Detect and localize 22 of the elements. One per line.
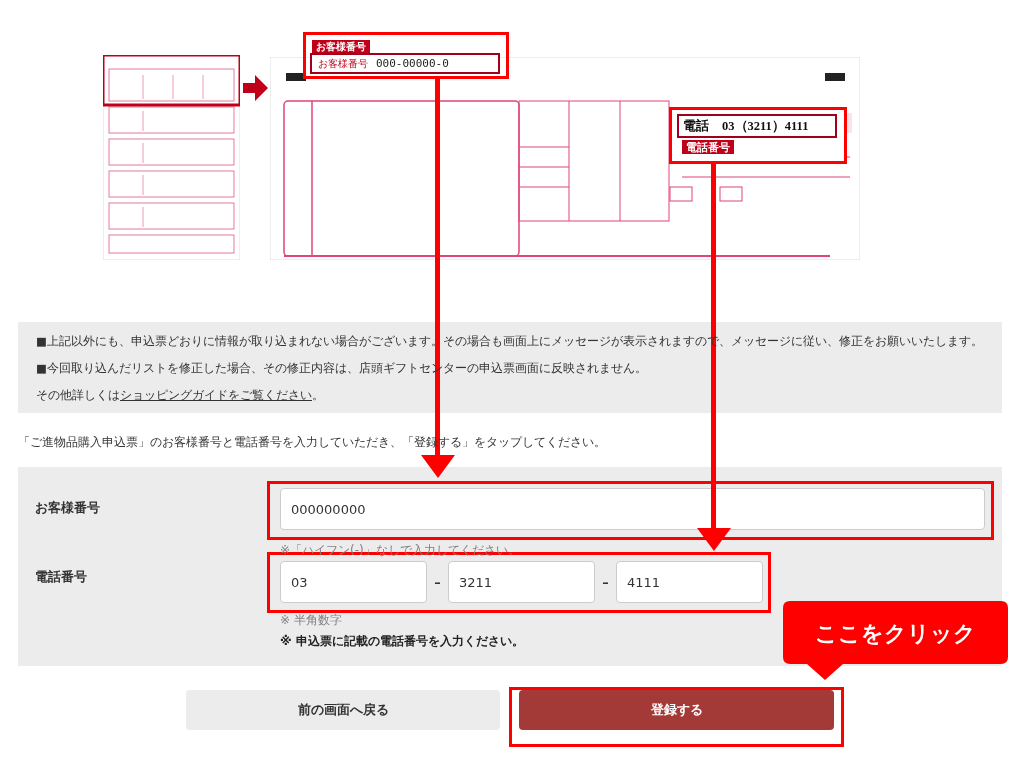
callout-tag: 電話番号 [682,140,734,154]
hint-text: ※ 申込票に記載の電話番号を入力ください。 [280,634,524,648]
action-button[interactable]: 登録する [519,690,834,730]
phone-number-text: 電話 03（3211）4111 [677,114,837,138]
input-field[interactable]: 3211 [448,561,595,603]
callout-tag: お客様番号 [312,40,370,53]
notice-text: その他詳しくはショッピングガイドをご覧ください。 [36,387,325,404]
callout-value: 000-00000-0 [376,57,449,70]
field-label: 電話番号 [34,569,88,586]
separator-dash: – [601,574,610,590]
separator-dash: – [433,574,442,590]
field-label: お客様番号 [34,500,101,517]
input-field[interactable]: 4111 [616,561,763,603]
input-field[interactable]: 03 [280,561,427,603]
shopping-guide-link[interactable]: ショッピングガイドをご覧ください [120,388,312,402]
notice-text: ■今回取り込んだリストを修正した場合、その修正内容は、店頭ギフトセンターの申込票画面に反映されません。 [36,360,648,377]
hint-text: ※ 半角数字 [280,613,342,627]
callout-label: お客様番号 [318,56,368,71]
arrow-right-icon [243,75,268,101]
action-button[interactable]: 前の画面へ戻る [186,690,500,730]
speech-bubble: ここをクリック [783,601,1008,680]
input-field[interactable]: 000000000 [280,488,985,530]
